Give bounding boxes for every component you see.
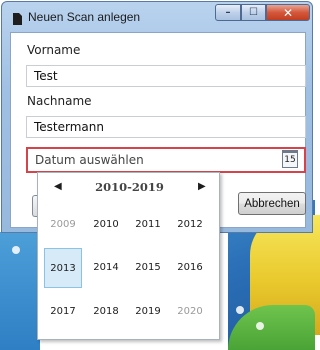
minimize-button[interactable]: – <box>215 4 241 21</box>
wallpaper-flower <box>256 322 264 330</box>
close-icon: ✕ <box>282 5 294 20</box>
wallpaper-flower <box>12 246 20 254</box>
calendar-icon[interactable]: 15 <box>282 150 298 168</box>
year-cell[interactable]: 2014 <box>87 248 125 288</box>
wallpaper-flower <box>236 306 244 314</box>
date-picker[interactable]: Datum auswählen 15 <box>26 147 306 173</box>
year-cell[interactable]: 2011 <box>129 205 167 245</box>
date-placeholder: Datum auswählen <box>35 153 144 167</box>
nachname-field[interactable]: Testermann <box>26 116 306 138</box>
calendar-header[interactable]: 2010-2019 <box>38 180 221 194</box>
year-cell[interactable]: 2017 <box>44 292 82 332</box>
next-decade-icon[interactable]: ▶ <box>198 181 206 192</box>
year-cell[interactable]: 2018 <box>87 292 125 332</box>
vorname-field[interactable]: Test <box>26 65 306 87</box>
year-cell[interactable]: 2019 <box>129 292 167 332</box>
nachname-label: Nachname <box>27 94 92 108</box>
year-cell[interactable]: 2016 <box>171 248 209 288</box>
maximize-icon: ☐ <box>249 7 258 18</box>
close-button[interactable]: ✕ <box>266 4 310 21</box>
calendar-popup: ◀ 2010-2019 ▶ 2009 2010 2011 2012 2013 2… <box>37 172 220 340</box>
desktop-wallpaper-left <box>0 232 40 350</box>
year-cell[interactable]: 2015 <box>129 248 167 288</box>
minimize-icon: – <box>225 7 231 18</box>
year-cell[interactable]: 2009 <box>44 205 82 245</box>
year-cell[interactable]: 2012 <box>171 205 209 245</box>
year-cell[interactable]: 2010 <box>87 205 125 245</box>
year-cell-selected[interactable]: 2013 <box>44 248 82 288</box>
year-cell[interactable]: 2020 <box>171 292 209 332</box>
cancel-button[interactable]: Abbrechen <box>238 192 306 215</box>
maximize-button[interactable]: ☐ <box>241 4 266 21</box>
vorname-label: Vorname <box>27 43 81 57</box>
window-title: Neuen Scan anlegen <box>28 10 141 24</box>
document-icon <box>13 13 22 25</box>
